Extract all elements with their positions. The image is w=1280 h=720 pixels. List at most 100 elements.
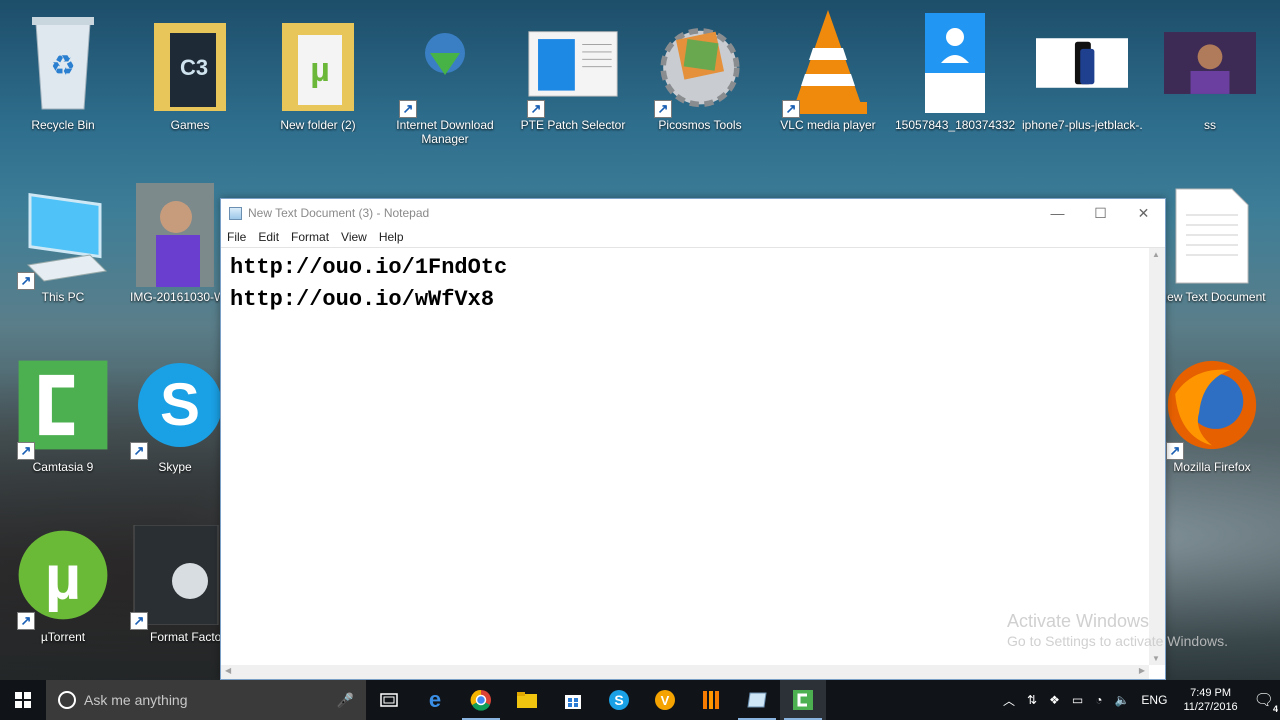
watermark-subtitle: Go to Settings to activate Windows. <box>1007 633 1228 649</box>
desktop-icon-games[interactable]: C3 Games <box>130 8 250 132</box>
camtasia-icon: ↗ <box>17 350 109 460</box>
svg-text:µ: µ <box>310 51 330 89</box>
network-sync-icon[interactable]: ⇅ <box>1027 693 1037 707</box>
clock-time: 7:49 PM <box>1190 687 1232 699</box>
orange-bars-icon <box>703 691 719 709</box>
svg-text:S: S <box>614 692 623 708</box>
desktop-icon-new-text-document[interactable]: New Text Document <box>1152 180 1272 304</box>
taskbar: Ask me anything 🎤 e S V ︿ ⇅ ❖ ▭ ◔ 🔈 ENG … <box>0 680 1280 720</box>
notepad-icon <box>229 206 242 220</box>
text-editor-area[interactable]: http://ouo.io/1FndOtc http://ouo.io/wWfVx… <box>221 248 1149 665</box>
shortcut-arrow-icon: ↗ <box>130 612 148 630</box>
svg-text:µ: µ <box>45 543 82 613</box>
firefox-icon: ↗ <box>1166 350 1258 460</box>
desktop-icon-skype[interactable]: S ↗ Skype <box>130 350 220 474</box>
folder-icon: C3 <box>144 8 236 118</box>
task-view-icon <box>380 693 398 707</box>
desktop-icon-picosmos-tools[interactable]: ↗ Picosmos Tools <box>640 8 760 132</box>
computer-icon: ↗ <box>17 180 109 290</box>
start-button[interactable] <box>0 680 46 720</box>
action-center-icon[interactable]: 🗨 4 <box>1254 690 1278 714</box>
menu-edit[interactable]: Edit <box>258 230 287 244</box>
text-document-icon <box>1166 180 1258 290</box>
taskbar-edge[interactable]: e <box>412 680 458 720</box>
taskbar-notepad[interactable] <box>734 680 780 720</box>
shortcut-arrow-icon: ↗ <box>130 442 148 460</box>
desktop-icon-mozilla-firefox[interactable]: ↗ Mozilla Firefox <box>1152 350 1272 474</box>
microphone-icon[interactable]: 🎤 <box>337 692 354 709</box>
picosmos-gear-icon: ↗ <box>654 8 746 118</box>
shortcut-arrow-icon: ↗ <box>17 272 35 290</box>
dropbox-icon[interactable]: ❖ <box>1049 693 1060 707</box>
notification-count-badge: 4 <box>1272 704 1278 714</box>
v-app-icon: V <box>655 690 675 710</box>
scroll-right-arrow-icon[interactable]: ▶ <box>1139 666 1145 675</box>
desktop-icon-camtasia-9[interactable]: ↗ Camtasia 9 <box>3 350 123 474</box>
taskbar-file-explorer[interactable] <box>504 680 550 720</box>
volume-icon[interactable]: 🔈 <box>1114 693 1129 707</box>
skype-icon: S ↗ <box>130 350 220 460</box>
window-app-icon: ↗ <box>527 8 619 118</box>
menu-help[interactable]: Help <box>379 230 412 244</box>
desktop-icon-this-pc[interactable]: ↗ This PC <box>3 180 123 304</box>
taskbar-chrome[interactable] <box>458 680 504 720</box>
taskbar-vectir[interactable]: V <box>642 680 688 720</box>
scroll-left-arrow-icon[interactable]: ◀ <box>225 666 231 675</box>
edge-icon: e <box>428 687 442 712</box>
photo-thumb-icon <box>136 180 214 290</box>
wifi-icon[interactable]: ◔ <box>1095 693 1102 707</box>
scroll-up-arrow-icon[interactable]: ▲ <box>1152 250 1160 259</box>
shortcut-arrow-icon: ↗ <box>399 100 417 118</box>
format-factory-icon: ↗ <box>130 520 220 630</box>
desktop-icon-image-15057843[interactable]: 15057843_18037433298... <box>895 8 1015 132</box>
cortana-search-box[interactable]: Ask me anything 🎤 <box>46 680 366 720</box>
taskbar-skype[interactable]: S <box>596 680 642 720</box>
desktop-icon-utorrent[interactable]: µ ↗ µTorrent <box>3 520 123 644</box>
idm-icon: ↗ <box>399 8 491 118</box>
image-thumb-icon <box>1036 8 1128 118</box>
task-view-button[interactable] <box>366 680 412 720</box>
notepad-window[interactable]: New Text Document (3) - Notepad — ☐ ✕ Fi… <box>220 198 1166 680</box>
horizontal-scrollbar[interactable]: ◀ ▶ <box>221 665 1149 679</box>
desktop-icon-recycle-bin[interactable]: ♻ Recycle Bin <box>3 8 123 132</box>
desktop-icon-format-factory[interactable]: ↗ Format Facto <box>130 520 220 644</box>
clock-date: 11/27/2016 <box>1183 701 1238 713</box>
folder-icon <box>517 692 537 708</box>
vertical-scrollbar[interactable]: ▲ ▼ <box>1149 248 1165 665</box>
desktop-icon-pte-patch-selector[interactable]: ↗ PTE Patch Selector <box>513 8 633 132</box>
image-thumb-icon <box>909 8 1001 118</box>
notepad-icon <box>747 692 767 708</box>
desktop-icon-ss[interactable]: ss <box>1150 8 1270 132</box>
desktop-icon-internet-download-manager[interactable]: ↗ Internet Download Manager <box>385 8 505 146</box>
taskbar-orange-app[interactable] <box>688 680 734 720</box>
clock[interactable]: 7:49 PM 11/27/2016 <box>1183 686 1237 714</box>
shortcut-arrow-icon: ↗ <box>527 100 545 118</box>
watermark-title: Activate Windows <box>1007 611 1150 631</box>
desktop-icon-vlc-media-player[interactable]: ↗ VLC media player <box>768 8 888 132</box>
utorrent-icon: µ ↗ <box>17 520 109 630</box>
camtasia-icon <box>793 690 813 710</box>
battery-icon[interactable]: ▭ <box>1072 693 1083 707</box>
menu-bar: File Edit Format View Help <box>221 227 1165 248</box>
desktop-icon-iphone7-image[interactable]: iphone7-plus-jetblack-... <box>1022 8 1142 132</box>
menu-view[interactable]: View <box>341 230 375 244</box>
desktop-icon-new-folder-2[interactable]: µ New folder (2) <box>258 8 378 132</box>
desktop-icon-img-20161030[interactable]: IMG-20161030-W <box>130 180 220 304</box>
window-title: New Text Document (3) - Notepad <box>248 206 430 220</box>
shortcut-arrow-icon: ↗ <box>17 442 35 460</box>
show-hidden-icons-chevron-icon[interactable]: ︿ <box>1003 692 1015 709</box>
scroll-down-arrow-icon[interactable]: ▼ <box>1152 654 1160 663</box>
vlc-cone-icon: ↗ <box>782 8 874 118</box>
taskbar-camtasia[interactable] <box>780 680 826 720</box>
input-language[interactable]: ENG <box>1141 693 1167 707</box>
store-icon <box>565 695 581 709</box>
maximize-button[interactable]: ☐ <box>1079 199 1122 227</box>
notepad-title-bar[interactable]: New Text Document (3) - Notepad — ☐ ✕ <box>221 199 1165 227</box>
svg-text:V: V <box>661 693 670 708</box>
minimize-button[interactable]: — <box>1036 199 1079 227</box>
taskbar-store[interactable] <box>550 680 596 720</box>
system-tray: ︿ ⇅ ❖ ▭ ◔ 🔈 ENG 7:49 PM 11/27/2016 🗨 4 <box>997 680 1280 720</box>
close-button[interactable]: ✕ <box>1122 199 1165 227</box>
menu-file[interactable]: File <box>227 230 254 244</box>
menu-format[interactable]: Format <box>291 230 337 244</box>
